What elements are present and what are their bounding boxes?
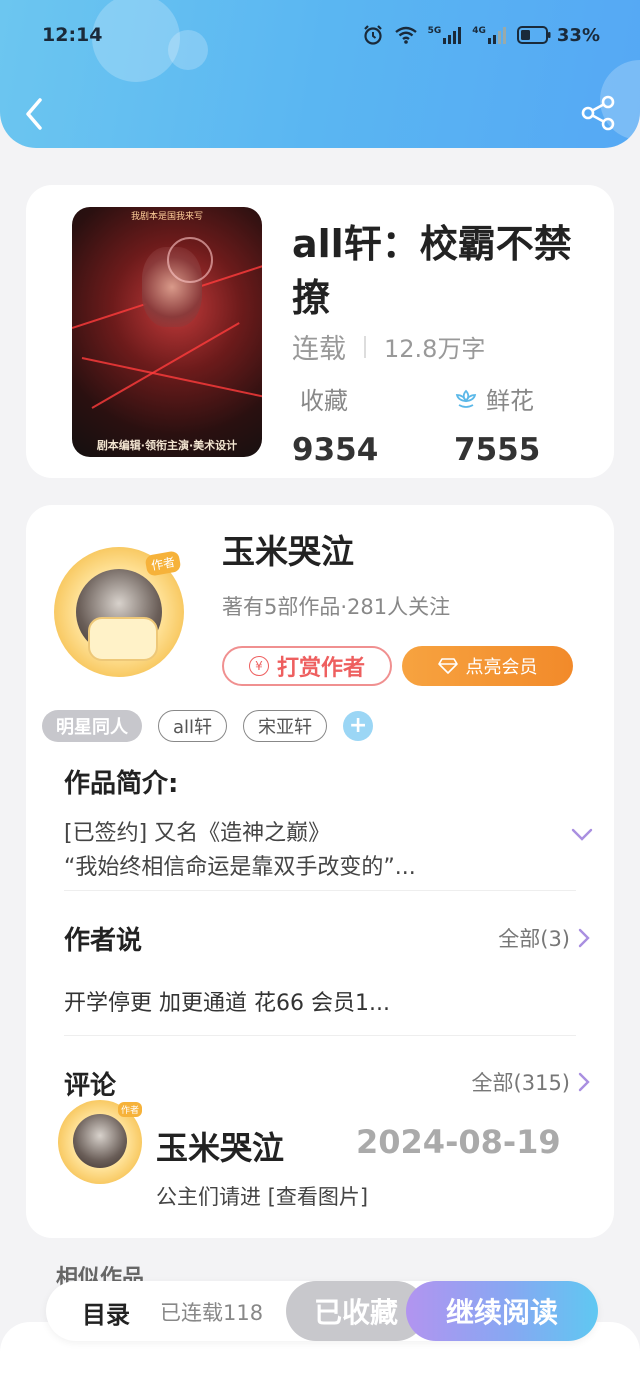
diamond-icon bbox=[437, 658, 458, 674]
comments-more-link[interactable]: 全部(315) bbox=[472, 1067, 590, 1097]
flowers-label: 鲜花 bbox=[486, 387, 534, 415]
header: 12:14 5G 4G 33% bbox=[0, 0, 640, 148]
vip-label: 点亮会员 bbox=[465, 657, 538, 678]
network-type-label: 5G bbox=[427, 26, 442, 36]
continue-reading-button[interactable]: 继续阅读 bbox=[406, 1281, 598, 1341]
author-says-more-label: 全部(3) bbox=[498, 927, 570, 951]
tag-list: 明星同人 all轩 宋亚轩 + bbox=[42, 710, 374, 742]
word-count: 12.8万字 bbox=[384, 335, 486, 363]
author-says-text[interactable]: 开学停更 加更通道 花66 会员1... bbox=[64, 985, 390, 1017]
detail-card: 作者 玉米哭泣 著有5部作品·281人关注 ¥ 打赏作者 点亮会员 明星同人 a… bbox=[26, 505, 614, 1238]
chapter-progress[interactable]: 已连载118 bbox=[160, 1297, 300, 1327]
tag-item[interactable]: all轩 bbox=[158, 710, 228, 742]
flowers-label-row: 鲜花 bbox=[454, 381, 540, 416]
intro-line-1: [已签约] 又名《造神之巅》 bbox=[64, 821, 331, 846]
intro-title: 作品简介: bbox=[64, 769, 179, 799]
battery-icon bbox=[516, 26, 551, 44]
avatar-frame-decoration bbox=[88, 617, 158, 661]
wifi-icon bbox=[394, 26, 417, 44]
chevron-right-icon bbox=[578, 928, 590, 948]
favorites-stat: 收藏 9354 bbox=[292, 381, 378, 468]
meta-divider bbox=[364, 335, 366, 358]
comments-more-label: 全部(315) bbox=[471, 1071, 570, 1095]
vip-button[interactable]: 点亮会员 bbox=[402, 646, 573, 686]
share-icon bbox=[581, 95, 615, 131]
cover-crosshair bbox=[167, 237, 213, 283]
reward-author-button[interactable]: ¥ 打赏作者 bbox=[222, 646, 392, 686]
flowers-stat[interactable]: 鲜花 7555 bbox=[454, 381, 540, 468]
favorites-count: 9354 bbox=[292, 432, 379, 468]
favorites-label: 收藏 bbox=[300, 387, 348, 415]
book-cover[interactable]: 我剧本是国我来写 剧本编辑·领衔主演·美术设计 bbox=[72, 207, 262, 457]
yen-icon: ¥ bbox=[248, 656, 269, 676]
cover-top-text: 我剧本是国我来写 bbox=[130, 212, 203, 222]
book-title: all轩：校霸不禁撩 bbox=[292, 222, 572, 320]
chevron-left-icon bbox=[26, 98, 42, 130]
comment-date: 2024-08-19 bbox=[356, 1123, 561, 1161]
commenter-name: 玉米哭泣 bbox=[156, 1129, 285, 1167]
collected-button[interactable]: 已收藏 bbox=[286, 1281, 426, 1341]
chevron-down-icon[interactable] bbox=[570, 827, 594, 843]
book-info-card: 我剧本是国我来写 剧本编辑·领衔主演·美术设计 all轩：校霸不禁撩 连载 12… bbox=[26, 185, 614, 478]
commenter-badge: 作者 bbox=[117, 1102, 142, 1117]
author-name[interactable]: 玉米哭泣 bbox=[222, 525, 354, 573]
alarm-icon bbox=[363, 25, 382, 45]
add-tag-button[interactable]: + bbox=[343, 711, 374, 741]
divider bbox=[64, 890, 576, 891]
share-button[interactable] bbox=[580, 94, 618, 132]
cover-ray bbox=[81, 357, 262, 399]
reward-author-label: 打赏作者 bbox=[276, 656, 365, 681]
cover-bottom-text: 剧本编辑·领衔主演·美术设计 bbox=[96, 439, 238, 452]
battery-percent: 33% bbox=[556, 24, 600, 46]
tag-category[interactable]: 明星同人 bbox=[42, 710, 142, 742]
battery-indicator: 33% bbox=[516, 24, 600, 46]
network-type-label: 4G bbox=[472, 26, 486, 36]
status-icons: 5G 4G 33% bbox=[362, 24, 600, 46]
toc-button[interactable]: 目录 bbox=[82, 1295, 130, 1330]
author-summary: 著有5部作品·281人关注 bbox=[222, 595, 451, 619]
author-says-title: 作者说 bbox=[64, 926, 143, 956]
commenter-avatar-photo bbox=[73, 1114, 127, 1168]
bottom-action-bar: 目录 已连载118 已收藏 继续阅读 bbox=[46, 1281, 598, 1341]
author-says-more-link[interactable]: 全部(3) bbox=[498, 923, 590, 953]
book-meta: 连载 12.8万字 bbox=[292, 327, 485, 366]
author-badge: 作者 bbox=[144, 550, 182, 577]
status-time: 12:14 bbox=[42, 24, 103, 46]
intro-text[interactable]: [已签约] 又名《造神之巅》 “我始终相信命运是靠双手改变的”... bbox=[64, 817, 544, 885]
flower-icon bbox=[455, 389, 477, 408]
comments-title: 评论 bbox=[64, 1071, 117, 1101]
signal-5g-icon: 5G bbox=[428, 26, 463, 44]
chevron-right-icon bbox=[578, 1072, 590, 1092]
intro-line-2: “我始终相信命运是靠双手改变的”... bbox=[64, 855, 416, 880]
signal-4g-icon: 4G bbox=[472, 26, 507, 44]
flowers-count: 7555 bbox=[454, 432, 541, 468]
comment-text[interactable]: 公主们请进 [查看图片] bbox=[156, 1181, 368, 1211]
back-button[interactable] bbox=[20, 94, 50, 134]
status-bar: 12:14 5G 4G 33% bbox=[0, 0, 640, 70]
book-status: 连载 bbox=[292, 334, 346, 365]
tag-item[interactable]: 宋亚轩 bbox=[243, 710, 328, 742]
author-avatar[interactable]: 作者 bbox=[54, 547, 184, 677]
divider bbox=[64, 1035, 576, 1036]
commenter-avatar[interactable]: 作者 bbox=[58, 1100, 142, 1184]
